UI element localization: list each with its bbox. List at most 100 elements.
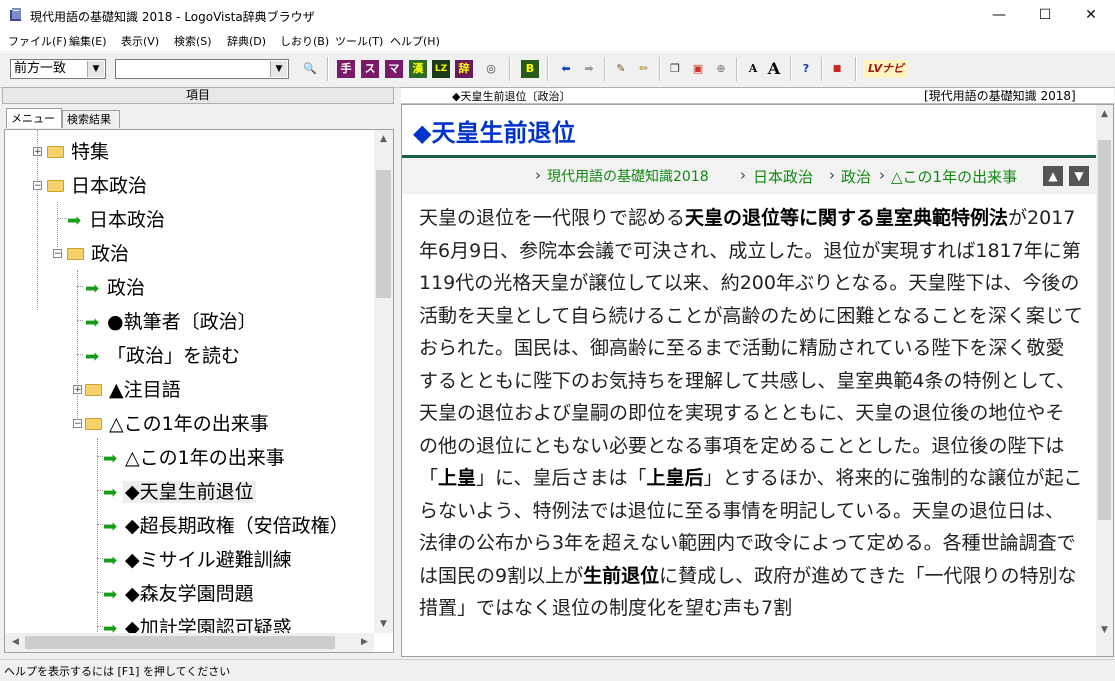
menu-tools[interactable]: ツール(T) xyxy=(335,33,383,49)
zoom-icon[interactable]: ⊕ xyxy=(712,60,730,78)
scroll-up-icon[interactable]: ▲ xyxy=(1096,109,1113,119)
menu-edit[interactable]: 編集(E) xyxy=(69,33,107,49)
scroll-up-icon[interactable]: ▲ xyxy=(375,134,392,144)
menu-file[interactable]: ファイル(F) xyxy=(8,33,67,49)
search-mode-select[interactable]: 前方一致 ▼ xyxy=(10,59,106,79)
tree-scroll-thumb[interactable] xyxy=(376,170,391,298)
breadcrumb-chevron-icon: › xyxy=(879,166,885,184)
left-pane-header: 項目 xyxy=(2,87,394,104)
tree-node-label: ●執筆者〔政治〕 xyxy=(107,311,257,333)
scroll-left-icon[interactable]: ◀ xyxy=(7,637,24,647)
forward-arrow-icon[interactable]: ➡ xyxy=(580,60,598,78)
tree-node-label: 特集 xyxy=(71,141,110,163)
tree-node-label: ◆森友学園問題 xyxy=(125,583,254,605)
tree-item-nihon-seiji[interactable]: ➡ 日本政治 xyxy=(67,205,167,235)
chevron-down-icon[interactable]: ▼ xyxy=(87,61,104,77)
tab-search-results[interactable]: 検索結果 xyxy=(62,110,120,128)
back-arrow-icon[interactable]: ⬅ xyxy=(557,60,575,78)
maximize-button[interactable]: ☐ xyxy=(1022,0,1068,31)
breadcrumb-item[interactable]: 政治 xyxy=(841,166,871,187)
font-large-button[interactable]: A xyxy=(765,60,783,78)
font-small-button[interactable]: A xyxy=(744,60,762,78)
marker-pen-icon[interactable]: ✎ xyxy=(612,60,630,78)
app-icon xyxy=(10,8,21,21)
tree-item-chochoki-seiken[interactable]: ➡ ◆超長期政権（安倍政権） xyxy=(103,511,351,541)
tree-connector xyxy=(77,286,83,287)
collapse-icon[interactable]: − xyxy=(73,419,82,429)
lock-icon[interactable]: ■ xyxy=(828,60,846,78)
latin-dictionary-button[interactable]: LZ xyxy=(432,60,450,78)
tree-item-tenno-seizen-taii[interactable]: ➡ ◆天皇生前退位 xyxy=(103,477,256,507)
tree-item-shippitsusha[interactable]: ➡ ●執筆者〔政治〕 xyxy=(85,307,259,337)
te-dictionary-button[interactable]: 手 xyxy=(337,60,355,78)
tree-item-seiji[interactable]: ➡ 政治 xyxy=(85,273,147,303)
right-arrow-icon: ➡ xyxy=(103,550,118,571)
tree-node-label: 「政治」を読む xyxy=(107,345,241,367)
expand-icon[interactable]: + xyxy=(33,147,42,157)
close-button[interactable]: ✕ xyxy=(1068,0,1114,31)
body-text-segment: が2017年6月9日、参院本会議で可決され、成立した。退位が実現すれば1817年… xyxy=(419,207,1083,489)
menu-view[interactable]: 表示(V) xyxy=(121,33,159,49)
tab-menu[interactable]: メニュー xyxy=(6,108,62,128)
tree-folder-nihon-seiji[interactable]: 日本政治 xyxy=(47,171,149,201)
status-text: ヘルプを表示するには [F1] を押してください xyxy=(4,665,231,678)
tree-item-kono-ichinen[interactable]: ➡ △この1年の出来事 xyxy=(103,443,287,473)
breadcrumb-chevron-icon: › xyxy=(535,166,541,184)
minimize-button[interactable]: — xyxy=(976,0,1022,31)
breadcrumb-item[interactable]: 日本政治 xyxy=(753,166,813,187)
entry-scroll-thumb[interactable] xyxy=(1098,140,1111,520)
ma-dictionary-button[interactable]: マ xyxy=(385,60,403,78)
paste-icon[interactable]: ▣ xyxy=(689,60,707,78)
dic-dictionary-button[interactable]: 辞 xyxy=(455,60,473,78)
breadcrumb-item[interactable]: △この1年の出来事 xyxy=(891,166,1017,187)
tree-folder-seiji[interactable]: 政治 xyxy=(67,239,131,269)
entry-title-small: ◆天皇生前退位〔政治〕 xyxy=(452,90,571,103)
folder-icon xyxy=(47,179,64,192)
su-dictionary-button[interactable]: ス xyxy=(361,60,379,78)
tree-folder-chumokugo[interactable]: ▲注目語 xyxy=(85,375,183,405)
tree-connector xyxy=(57,202,58,247)
right-arrow-icon: ➡ xyxy=(103,584,118,605)
next-entry-button[interactable]: ▼ xyxy=(1069,166,1089,186)
collapse-icon[interactable]: − xyxy=(33,181,42,191)
expand-icon[interactable]: + xyxy=(73,385,82,395)
tree-folder-tokushu[interactable]: 特集 xyxy=(47,137,111,167)
search-input[interactable]: ▼ xyxy=(115,59,289,79)
tree-item-moritomo[interactable]: ➡ ◆森友学園問題 xyxy=(103,579,256,609)
menu-dictionary[interactable]: 辞典(D) xyxy=(227,33,266,49)
body-text-segment: 」に、皇后さまは「 xyxy=(476,467,647,489)
prev-entry-button[interactable]: ▲ xyxy=(1043,166,1063,186)
tree-hscroll-thumb[interactable] xyxy=(25,636,335,649)
menu-bookmarks[interactable]: しおり(B) xyxy=(280,33,329,49)
lv-navi-button[interactable]: LVナビ xyxy=(864,60,908,78)
search-icon[interactable]: 🔍 xyxy=(301,60,319,78)
tree-folder-kono-ichinen[interactable]: △この1年の出来事 xyxy=(85,409,271,439)
kan-dictionary-button[interactable]: 漢 xyxy=(409,60,427,78)
scroll-down-icon[interactable]: ▼ xyxy=(375,619,392,629)
breadcrumb-item[interactable]: 現代用語の基礎知識2018 xyxy=(547,166,709,186)
chevron-down-icon[interactable]: ▼ xyxy=(270,61,287,77)
tree-node-label: △この1年の出来事 xyxy=(125,447,285,469)
copy-icon[interactable]: ❐ xyxy=(666,60,684,78)
entry-heading: ◆天皇生前退位 xyxy=(413,119,576,147)
help-icon[interactable]: ? xyxy=(797,60,815,78)
toolbar-separator xyxy=(659,57,661,81)
pencil-icon[interactable]: ✏ xyxy=(635,60,653,78)
body-bold-term: 天皇の退位等に関する皇室典範特例法 xyxy=(685,207,1009,229)
scroll-down-icon[interactable]: ▼ xyxy=(1096,625,1113,635)
right-arrow-icon: ➡ xyxy=(85,278,100,299)
tree-item-seiji-wo-yomu[interactable]: ➡ 「政治」を読む xyxy=(85,341,242,371)
globe-icon[interactable]: ◎ xyxy=(482,60,500,78)
scroll-right-icon[interactable]: ▶ xyxy=(356,637,373,647)
folder-icon xyxy=(47,145,64,158)
menu-help[interactable]: ヘルプ(H) xyxy=(390,33,440,49)
tree-connector xyxy=(77,320,83,321)
toolbar-separator xyxy=(790,57,792,81)
tree-node-label: ◆ミサイル避難訓練 xyxy=(125,549,292,571)
tree-item-missile-kunren[interactable]: ➡ ◆ミサイル避難訓練 xyxy=(103,545,294,575)
dictionary-source: [現代用語の基礎知識 2018] xyxy=(924,89,1076,103)
collapse-icon[interactable]: − xyxy=(53,249,62,259)
right-arrow-icon: ➡ xyxy=(85,346,100,367)
b-button[interactable]: B xyxy=(521,60,539,78)
menu-search[interactable]: 検索(S) xyxy=(174,33,212,49)
